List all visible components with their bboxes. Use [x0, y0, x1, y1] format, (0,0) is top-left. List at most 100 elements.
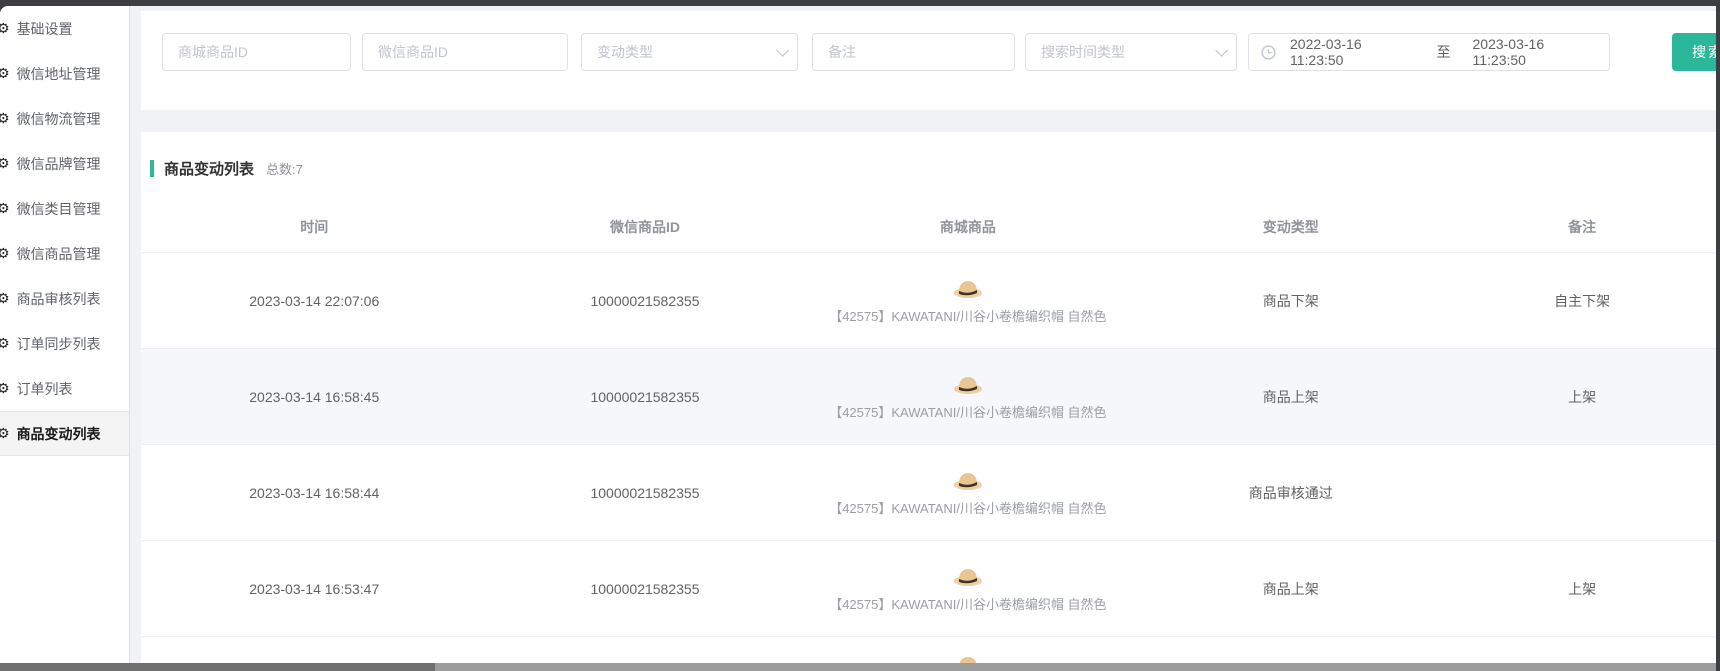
sidebar-item-wechat-address[interactable]: ⚙ 微信地址管理 [0, 51, 129, 96]
change-type-placeholder: 变动类型 [597, 42, 653, 62]
sidebar-item-basic-settings[interactable]: ⚙ 基础设置 [0, 6, 129, 51]
product-hat-image [953, 469, 983, 490]
col-header-mall-product: 商城商品 [803, 217, 1134, 237]
sidebar-item-label: 微信类目管理 [17, 199, 101, 219]
product-title: 【42575】KAWATANI/川谷小卷檐编织帽 自然色 [829, 402, 1106, 421]
horizontal-scrollbar-thumb[interactable] [0, 663, 435, 671]
row-product [803, 637, 1134, 663]
row-change-type: 商品上架 [1133, 387, 1448, 407]
product-title: 【42575】KAWATANI/川谷小卷檐编织帽 自然色 [829, 498, 1106, 517]
product-hat-image [953, 373, 983, 394]
gear-icon: ⚙ [0, 110, 10, 127]
wechat-product-id-field-wrap [362, 33, 568, 71]
row-time: 2023-03-14 16:58:44 [141, 485, 488, 501]
gear-icon: ⚙ [0, 155, 10, 172]
gear-icon: ⚙ [0, 290, 10, 307]
change-type-select[interactable]: 变动类型 [581, 33, 798, 71]
table-row: 2023-03-14 16:58:45 10000021582355 【4257… [141, 349, 1716, 445]
sidebar-item-wechat-product[interactable]: ⚙ 微信商品管理 [0, 231, 129, 276]
row-product: 【42575】KAWATANI/川谷小卷檐编织帽 自然色 [803, 469, 1134, 517]
row-change-type: 商品下架 [1133, 291, 1448, 311]
remark-field-wrap [812, 33, 1015, 71]
wechat-product-id-input[interactable] [363, 44, 567, 60]
sidebar-item-label: 微信商品管理 [17, 244, 101, 264]
table-row: 2023-03-14 16:58:44 10000021582355 【4257… [141, 445, 1716, 541]
col-header-change-type: 变动类型 [1133, 217, 1448, 237]
row-change-type: 商品上架 [1133, 579, 1448, 599]
gear-icon: ⚙ [0, 380, 10, 397]
gear-icon: ⚙ [0, 245, 10, 262]
table-header-row: 时间 微信商品ID 商城商品 变动类型 备注 [141, 202, 1716, 253]
product-hat-image [953, 653, 983, 663]
chevron-down-icon [776, 44, 789, 57]
search-button[interactable]: 搜索 [1672, 33, 1716, 71]
horizontal-scrollbar[interactable] [0, 663, 1716, 671]
row-remark: 上架 [1448, 579, 1716, 599]
gear-icon: ⚙ [0, 335, 10, 352]
row-wechat-id: 10000021582355 [488, 581, 803, 597]
mall-product-id-input[interactable] [163, 44, 350, 60]
col-header-wechat-id: 微信商品ID [488, 217, 803, 237]
product-change-table: 时间 微信商品ID 商城商品 变动类型 备注 2023-03-14 22:07:… [141, 202, 1716, 663]
date-range-start: 2022-03-16 11:23:50 [1290, 36, 1415, 68]
table-row-partial [141, 637, 1716, 663]
sidebar-item-order-sync-list[interactable]: ⚙ 订单同步列表 [0, 321, 129, 366]
list-header: 商品变动列表 总数:7 [150, 158, 1716, 178]
sidebar-item-label: 订单列表 [17, 379, 73, 399]
sidebar-item-wechat-brand[interactable]: ⚙ 微信品牌管理 [0, 141, 129, 186]
date-range-picker[interactable]: 2022-03-16 11:23:50 至 2023-03-16 11:23:5… [1248, 33, 1610, 71]
sidebar-item-order-list[interactable]: ⚙ 订单列表 [0, 366, 129, 411]
sidebar-item-label: 微信品牌管理 [17, 154, 101, 174]
col-header-time: 时间 [141, 217, 488, 237]
search-time-type-placeholder: 搜索时间类型 [1041, 42, 1125, 62]
accent-bar [150, 160, 154, 177]
row-remark: 自主下架 [1448, 291, 1716, 311]
sidebar-item-label: 微信物流管理 [17, 109, 101, 129]
product-title: 【42575】KAWATANI/川谷小卷檐编织帽 自然色 [829, 594, 1106, 613]
list-title: 商品变动列表 [164, 158, 254, 179]
row-product: 【42575】KAWATANI/川谷小卷檐编织帽 自然色 [803, 277, 1134, 325]
table-row: 2023-03-14 22:07:06 10000021582355 【4257… [141, 253, 1716, 349]
row-time: 2023-03-14 16:53:47 [141, 581, 488, 597]
sidebar-item-label: 商品审核列表 [17, 289, 101, 309]
remark-input[interactable] [813, 44, 1014, 60]
app-window: ⚙ 基础设置 ⚙ 微信地址管理 ⚙ 微信物流管理 ⚙ 微信品牌管理 ⚙ 微信类目… [0, 6, 1716, 671]
row-wechat-id: 10000021582355 [488, 485, 803, 501]
gear-icon: ⚙ [0, 425, 10, 442]
gear-icon: ⚙ [0, 20, 10, 37]
date-range-end: 2023-03-16 11:23:50 [1473, 36, 1598, 68]
list-total-count: 总数:7 [266, 159, 303, 178]
row-product: 【42575】KAWATANI/川谷小卷檐编织帽 自然色 [803, 373, 1134, 421]
filter-bar: 变动类型 搜索时间类型 2022-03-16 11:23:50 至 2023-0… [141, 11, 1716, 110]
sidebar-item-product-change-list[interactable]: ⚙ 商品变动列表 [0, 411, 129, 456]
row-wechat-id: 10000021582355 [488, 389, 803, 405]
mall-product-id-field-wrap [162, 33, 351, 71]
table-row: 2023-03-14 16:53:47 10000021582355 【4257… [141, 541, 1716, 637]
gear-icon: ⚙ [0, 65, 10, 82]
chevron-down-icon [1215, 44, 1228, 57]
main-content: 变动类型 搜索时间类型 2022-03-16 11:23:50 至 2023-0… [130, 6, 1716, 663]
search-time-type-select[interactable]: 搜索时间类型 [1025, 33, 1237, 71]
gear-icon: ⚙ [0, 200, 10, 217]
product-hat-image [953, 277, 983, 298]
row-wechat-id: 10000021582355 [488, 293, 803, 309]
row-product: 【42575】KAWATANI/川谷小卷檐编织帽 自然色 [803, 565, 1134, 613]
row-change-type: 商品审核通过 [1133, 483, 1448, 503]
date-range-separator: 至 [1437, 42, 1451, 62]
product-title: 【42575】KAWATANI/川谷小卷檐编织帽 自然色 [829, 306, 1106, 325]
sidebar-item-label: 订单同步列表 [17, 334, 101, 354]
col-header-remark: 备注 [1448, 217, 1716, 237]
row-time: 2023-03-14 22:07:06 [141, 293, 488, 309]
row-remark: 上架 [1448, 387, 1716, 407]
sidebar-item-wechat-logistics[interactable]: ⚙ 微信物流管理 [0, 96, 129, 141]
sidebar-item-product-review-list[interactable]: ⚙ 商品审核列表 [0, 276, 129, 321]
product-hat-image [953, 565, 983, 586]
row-time: 2023-03-14 16:58:45 [141, 389, 488, 405]
clock-icon [1261, 45, 1276, 60]
sidebar-item-label: 基础设置 [17, 19, 73, 39]
sidebar-item-wechat-category[interactable]: ⚙ 微信类目管理 [0, 186, 129, 231]
sidebar-item-label: 商品变动列表 [17, 424, 101, 444]
product-change-list-panel: 商品变动列表 总数:7 时间 微信商品ID 商城商品 变动类型 备注 2023-… [141, 132, 1716, 663]
sidebar: ⚙ 基础设置 ⚙ 微信地址管理 ⚙ 微信物流管理 ⚙ 微信品牌管理 ⚙ 微信类目… [0, 6, 130, 663]
sidebar-item-label: 微信地址管理 [17, 64, 101, 84]
